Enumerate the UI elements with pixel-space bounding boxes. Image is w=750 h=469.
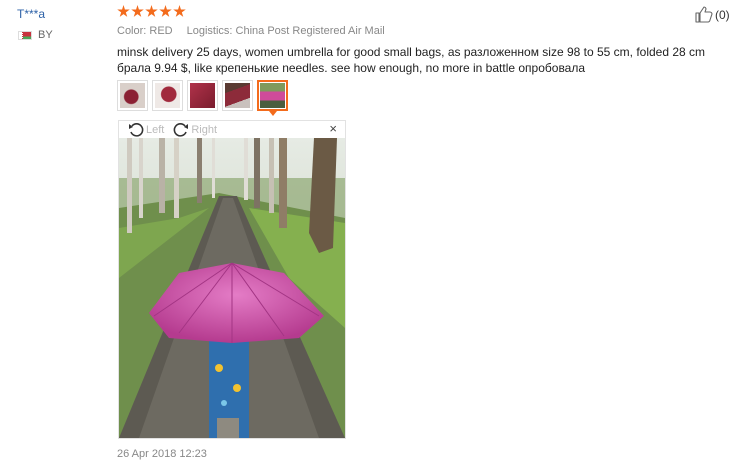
star-rating (117, 5, 186, 18)
photo-thumbnail[interactable] (152, 80, 183, 111)
photo-thumbnail[interactable] (117, 80, 148, 111)
review-text: minsk delivery 25 days, women umbrella f… (117, 45, 706, 75)
reviewer-country: BY (18, 29, 53, 41)
photo-thumbnail-selected[interactable] (257, 80, 288, 116)
helpful-count: (0) (715, 7, 730, 22)
close-viewer-button[interactable]: × (329, 122, 337, 136)
star-icon (117, 5, 130, 17)
helpful-button[interactable]: (0) (695, 6, 730, 23)
reviewer-name: T***a (17, 7, 46, 21)
logistics-info: Logistics: China Post Registered Air Mai… (186, 25, 385, 37)
rotate-left-icon (129, 123, 144, 137)
photo-thumbnail[interactable] (187, 80, 218, 111)
country-code: BY (38, 29, 53, 41)
review-photo (119, 138, 345, 438)
star-icon (173, 5, 186, 17)
rotate-left-button[interactable]: Left (128, 122, 164, 137)
review-date: 26 Apr 2018 12:23 (117, 448, 207, 460)
thumbs-up-icon (695, 6, 713, 23)
rotate-right-button[interactable]: Right (173, 122, 217, 137)
rotate-left-label: Left (146, 123, 165, 136)
rotate-right-icon (174, 123, 189, 137)
review-meta: Color: RED Logistics: China Post Register… (117, 25, 385, 37)
star-icon (145, 5, 158, 17)
photo-thumbnail[interactable] (222, 80, 253, 111)
viewer-toolbar: Left Right × (119, 121, 345, 138)
star-icon (159, 5, 172, 17)
photo-viewer: Left Right × (118, 120, 346, 439)
belarus-flag-icon (18, 30, 32, 40)
photo-thumbnails (117, 80, 288, 116)
rotate-right-label: Right (191, 123, 218, 136)
color-info: Color: RED (117, 25, 173, 37)
star-icon (131, 5, 144, 17)
